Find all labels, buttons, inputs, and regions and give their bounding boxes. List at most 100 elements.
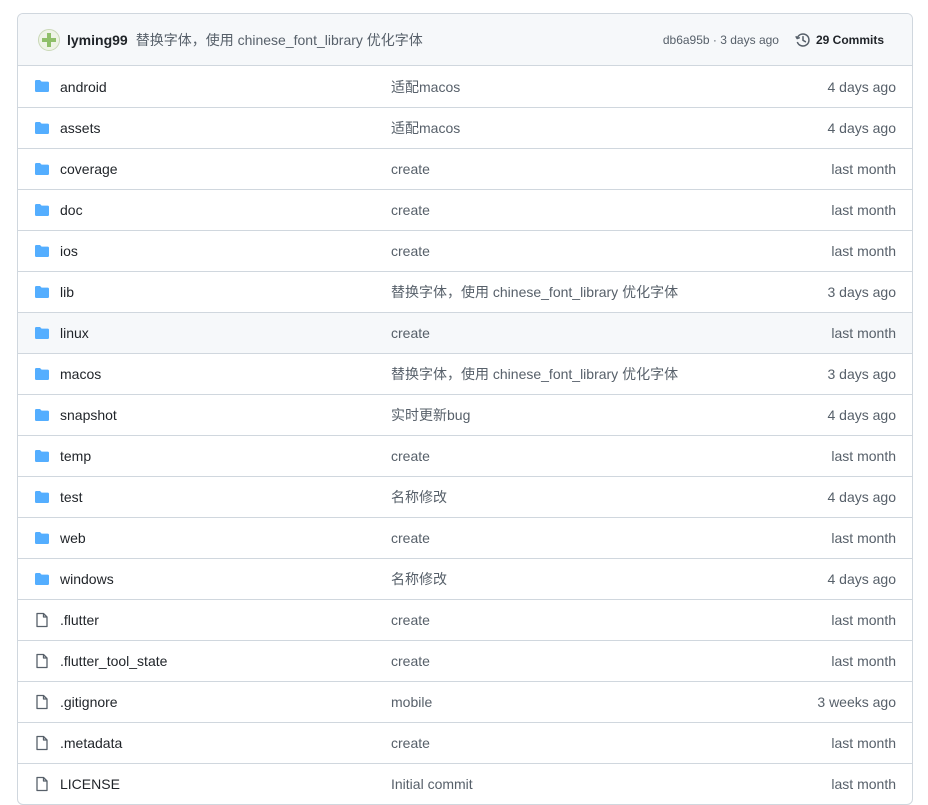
latest-commit-bar: lyming99 替换字体，使用 chinese_font_library 优化… — [18, 14, 912, 66]
file-name-link[interactable]: .gitignore — [60, 694, 118, 710]
file-row[interactable]: temp create last month — [18, 435, 912, 476]
folder-icon — [34, 448, 50, 464]
file-row[interactable]: assets 适配macos 4 days ago — [18, 107, 912, 148]
file-name-link[interactable]: lib — [60, 284, 74, 300]
file-row[interactable]: windows 名称修改 4 days ago — [18, 558, 912, 599]
file-list: android 适配macos 4 days ago assets 适配macos 4 d… — [18, 66, 912, 804]
file-name-link[interactable]: temp — [60, 448, 91, 464]
file-commit-age: 4 days ago — [827, 120, 897, 136]
file-commit-message-link[interactable]: create — [391, 243, 430, 259]
file-commit-age: last month — [831, 776, 896, 792]
file-commit-message-link[interactable]: 替换字体，使用 chinese_font_library 优化字体 — [391, 364, 678, 384]
file-commit-age: last month — [831, 653, 896, 669]
file-commit-message-link[interactable]: 名称修改 — [391, 487, 447, 507]
file-commit-message-link[interactable]: create — [391, 735, 430, 751]
commit-meta: db6a95b · 3 days ago — [663, 33, 779, 47]
file-commit-message-link[interactable]: create — [391, 161, 430, 177]
folder-icon — [34, 571, 50, 587]
folder-icon — [34, 284, 50, 300]
file-icon — [34, 612, 50, 628]
file-row[interactable]: LICENSE Initial commit last month — [18, 763, 912, 804]
file-commit-age: last month — [831, 448, 896, 464]
file-commit-message-link[interactable]: 适配macos — [391, 118, 460, 138]
file-icon — [34, 735, 50, 751]
file-row[interactable]: linux create last month — [18, 312, 912, 353]
file-commit-message-link[interactable]: create — [391, 653, 430, 669]
file-row[interactable]: lib 替换字体，使用 chinese_font_library 优化字体 3 da… — [18, 271, 912, 312]
file-row[interactable]: android 适配macos 4 days ago — [18, 66, 912, 107]
avatar[interactable] — [38, 28, 60, 51]
file-row[interactable]: .metadata create last month — [18, 722, 912, 763]
file-commit-message-link[interactable]: create — [391, 612, 430, 628]
file-row[interactable]: test 名称修改 4 days ago — [18, 476, 912, 517]
file-name-link[interactable]: ios — [60, 243, 78, 259]
commits-count-label: 29 Commits — [815, 32, 884, 47]
file-commit-age: 3 weeks ago — [817, 694, 896, 710]
file-row[interactable]: ios create last month — [18, 230, 912, 271]
file-commit-message-link[interactable]: create — [391, 530, 430, 546]
file-name-link[interactable]: .flutter — [60, 612, 99, 628]
file-row[interactable]: macos 替换字体，使用 chinese_font_library 优化字体 3 … — [18, 353, 912, 394]
commit-time: 3 days ago — [720, 32, 779, 47]
file-row[interactable]: .flutter_tool_state create last month — [18, 640, 912, 681]
file-row[interactable]: .gitignore mobile 3 weeks ago — [18, 681, 912, 722]
commit-message-link[interactable]: 替换字体，使用 chinese_font_library 优化字体 — [136, 30, 423, 50]
file-commit-message-link[interactable]: mobile — [391, 694, 432, 710]
file-commit-age: 3 days ago — [827, 366, 897, 382]
file-commit-age: last month — [831, 325, 896, 341]
file-commit-age: last month — [831, 735, 896, 751]
folder-icon — [34, 120, 50, 136]
history-icon — [795, 32, 810, 47]
file-row[interactable]: .flutter create last month — [18, 599, 912, 640]
file-icon — [34, 776, 50, 792]
file-name-link[interactable]: LICENSE — [60, 776, 120, 792]
file-row[interactable]: coverage create last month — [18, 148, 912, 189]
folder-icon — [34, 366, 50, 382]
commit-sha-link[interactable]: db6a95b — [663, 33, 710, 47]
folder-icon — [34, 161, 50, 177]
file-name-link[interactable]: coverage — [60, 161, 118, 177]
file-commit-message-link[interactable]: create — [391, 325, 430, 341]
file-icon — [34, 653, 50, 669]
file-row[interactable]: snapshot 实时更新bug 4 days ago — [18, 394, 912, 435]
file-name-link[interactable]: .metadata — [60, 735, 122, 751]
file-name-link[interactable]: assets — [60, 120, 100, 136]
file-name-link[interactable]: doc — [60, 202, 83, 218]
file-row[interactable]: doc create last month — [18, 189, 912, 230]
file-commit-age: 3 days ago — [827, 284, 897, 300]
file-name-link[interactable]: macos — [60, 366, 101, 382]
file-name-link[interactable]: windows — [60, 571, 114, 587]
file-name-link[interactable]: linux — [60, 325, 89, 341]
file-name-link[interactable]: web — [60, 530, 86, 546]
file-browser: lyming99 替换字体，使用 chinese_font_library 优化… — [17, 13, 913, 805]
folder-icon — [34, 78, 50, 94]
file-name-link[interactable]: android — [60, 79, 107, 95]
file-commit-age: 4 days ago — [827, 571, 897, 587]
file-commit-age: last month — [831, 202, 896, 218]
file-commit-age: last month — [831, 530, 896, 546]
folder-icon — [34, 325, 50, 341]
file-name-link[interactable]: snapshot — [60, 407, 117, 423]
folder-icon — [34, 243, 50, 259]
folder-icon — [34, 202, 50, 218]
file-commit-message-link[interactable]: Initial commit — [391, 776, 473, 792]
commit-author-link[interactable]: lyming99 — [67, 32, 128, 48]
file-row[interactable]: web create last month — [18, 517, 912, 558]
file-icon — [34, 694, 50, 710]
file-commit-age: last month — [831, 161, 896, 177]
file-name-link[interactable]: .flutter_tool_state — [60, 653, 167, 669]
file-commit-message-link[interactable]: 实时更新bug — [391, 405, 470, 425]
file-name-link[interactable]: test — [60, 489, 83, 505]
file-commit-message-link[interactable]: create — [391, 448, 430, 464]
file-commit-age: last month — [831, 612, 896, 628]
folder-icon — [34, 530, 50, 546]
file-commit-message-link[interactable]: 名称修改 — [391, 569, 447, 589]
file-commit-age: 4 days ago — [827, 489, 897, 505]
file-commit-age: last month — [831, 243, 896, 259]
file-commit-message-link[interactable]: 替换字体，使用 chinese_font_library 优化字体 — [391, 282, 678, 302]
file-commit-message-link[interactable]: create — [391, 202, 430, 218]
meta-separator: · — [709, 32, 721, 47]
commits-history-link[interactable]: 29 Commits — [795, 32, 896, 48]
file-commit-age: 4 days ago — [827, 78, 897, 95]
file-commit-message-link[interactable]: 适配macos — [391, 77, 460, 97]
